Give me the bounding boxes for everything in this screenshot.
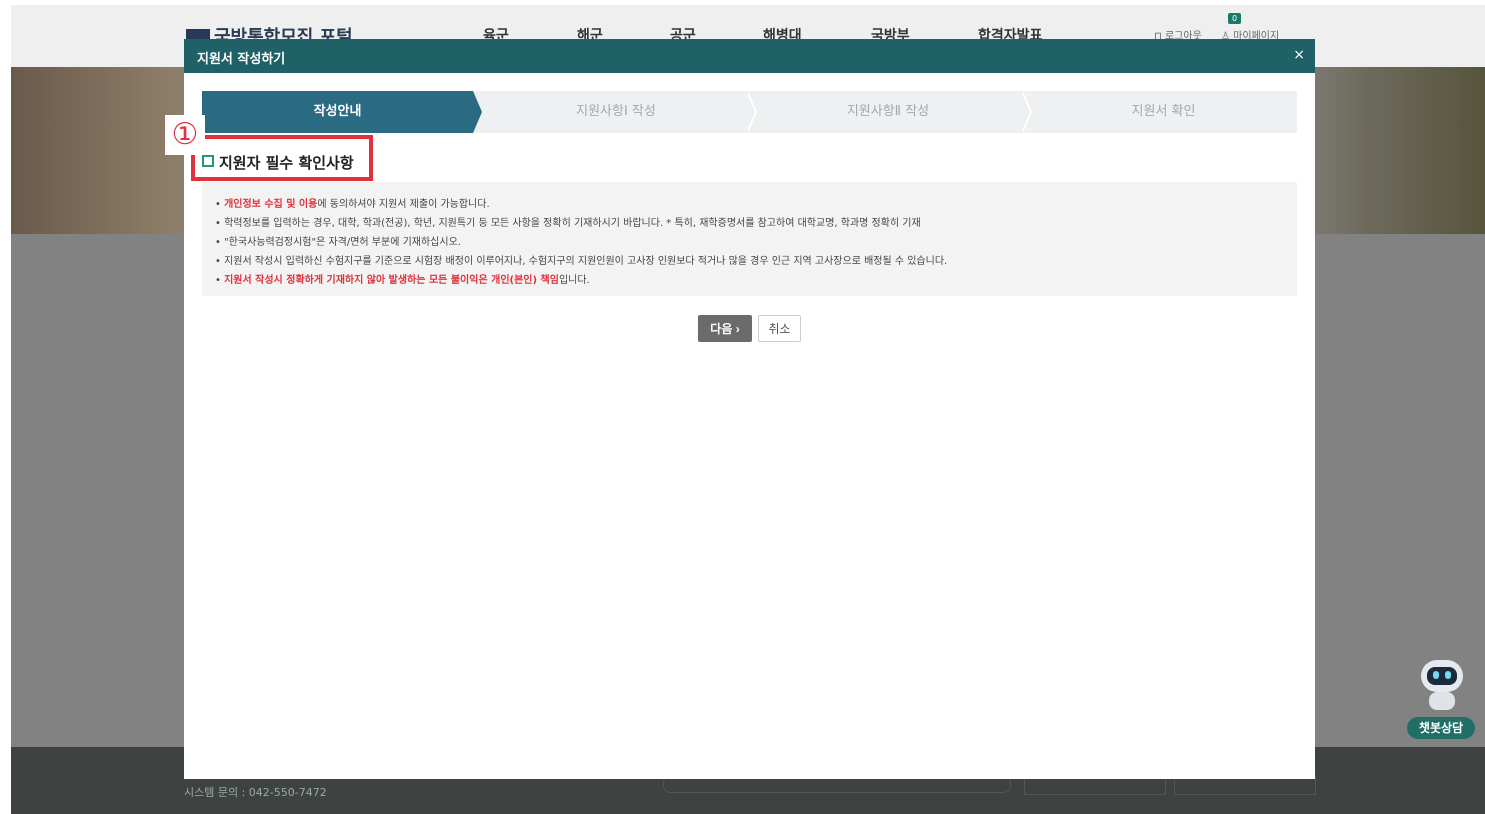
robot-face <box>1427 667 1457 685</box>
square-bullet-icon <box>202 155 214 167</box>
close-icon[interactable]: × <box>1293 47 1305 63</box>
application-modal: 지원서 작성하기 × 작성안내 지원사항Ⅰ 작성 지원사항Ⅱ 작성 지원서 확인… <box>165 39 1315 779</box>
annotation-number: ① <box>165 115 205 155</box>
notice-item: • 지원서 작성시 정확하게 기재하지 않아 발생하는 모든 불이익은 개인(본… <box>215 271 590 286</box>
notice-item: • "한국사능력검정시험"은 자격/면허 부분에 기재하십시오. <box>215 233 461 248</box>
modal-title: 지원서 작성하기 <box>197 52 286 67</box>
robot-eye-left <box>1433 671 1439 679</box>
modal-header: 지원서 작성하기 × <box>184 39 1315 73</box>
bullet: • <box>215 199 225 210</box>
system-contact: 시스템 문의 : 042-550-7472 <box>184 786 327 799</box>
step-info-2: 지원사항Ⅱ 작성 <box>846 104 930 119</box>
bullet: • <box>215 218 225 229</box>
chatbot-button[interactable]: 챗봇상담 <box>1407 717 1475 739</box>
section-title: 지원자 필수 확인사항 <box>202 152 354 173</box>
next-button[interactable]: 다음 › <box>698 315 752 342</box>
step-divider-inner <box>746 91 755 133</box>
bullet: • <box>215 275 225 286</box>
section-title-text: 지원자 필수 확인사항 <box>219 154 354 172</box>
chatbot-robot-icon <box>1421 660 1463 692</box>
notice-text: 학력정보를 입력하는 경우, 대학, 학과(전공), 학년, 지원특기 등 모든… <box>224 218 921 229</box>
step-progress: 작성안내 지원사항Ⅰ 작성 지원사항Ⅱ 작성 지원서 확인 <box>202 91 1297 133</box>
bullet: • <box>215 237 225 248</box>
robot-body <box>1429 692 1455 710</box>
notice-text: "한국사능력검정시험"은 자격/면허 부분에 기재하십시오. <box>224 237 461 248</box>
notice-item: • 학력정보를 입력하는 경우, 대학, 학과(전공), 학년, 지원특기 등 … <box>215 214 921 229</box>
notice-emphasis: 지원서 작성시 정확하게 기재하지 않아 발생하는 모든 불이익은 개인(본인)… <box>224 275 559 286</box>
bullet: • <box>215 256 225 267</box>
step-arrow <box>473 91 482 133</box>
step-confirm: 지원서 확인 <box>1131 104 1196 119</box>
step-divider-inner <box>1021 91 1030 133</box>
notice-text: 입니다. <box>558 275 590 286</box>
notice-box: • 개인정보 수집 및 이용에 동의하셔야 지원서 제출이 가능합니다. • 학… <box>202 182 1297 296</box>
notice-emphasis: 개인정보 수집 및 이용 <box>224 199 318 210</box>
notice-item: • 개인정보 수집 및 이용에 동의하셔야 지원서 제출이 가능합니다. <box>215 195 490 210</box>
robot-eye-right <box>1445 671 1451 679</box>
step-info-1: 지원사항Ⅰ 작성 <box>576 104 656 119</box>
chatbot-widget[interactable]: 챗봇상담 <box>1407 660 1481 744</box>
cancel-button[interactable]: 취소 <box>758 315 801 342</box>
notice-text: 지원서 작성시 입력하신 수험지구를 기준으로 시험장 배정이 이루어지나, 수… <box>224 256 948 267</box>
step-guide: 작성안내 <box>202 91 473 133</box>
notification-badge: 0 <box>1228 13 1242 24</box>
notice-item: • 지원서 작성시 입력하신 수험지구를 기준으로 시험장 배정이 이루어지나,… <box>215 252 947 267</box>
notice-text: 에 동의하셔야 지원서 제출이 가능합니다. <box>317 199 490 210</box>
